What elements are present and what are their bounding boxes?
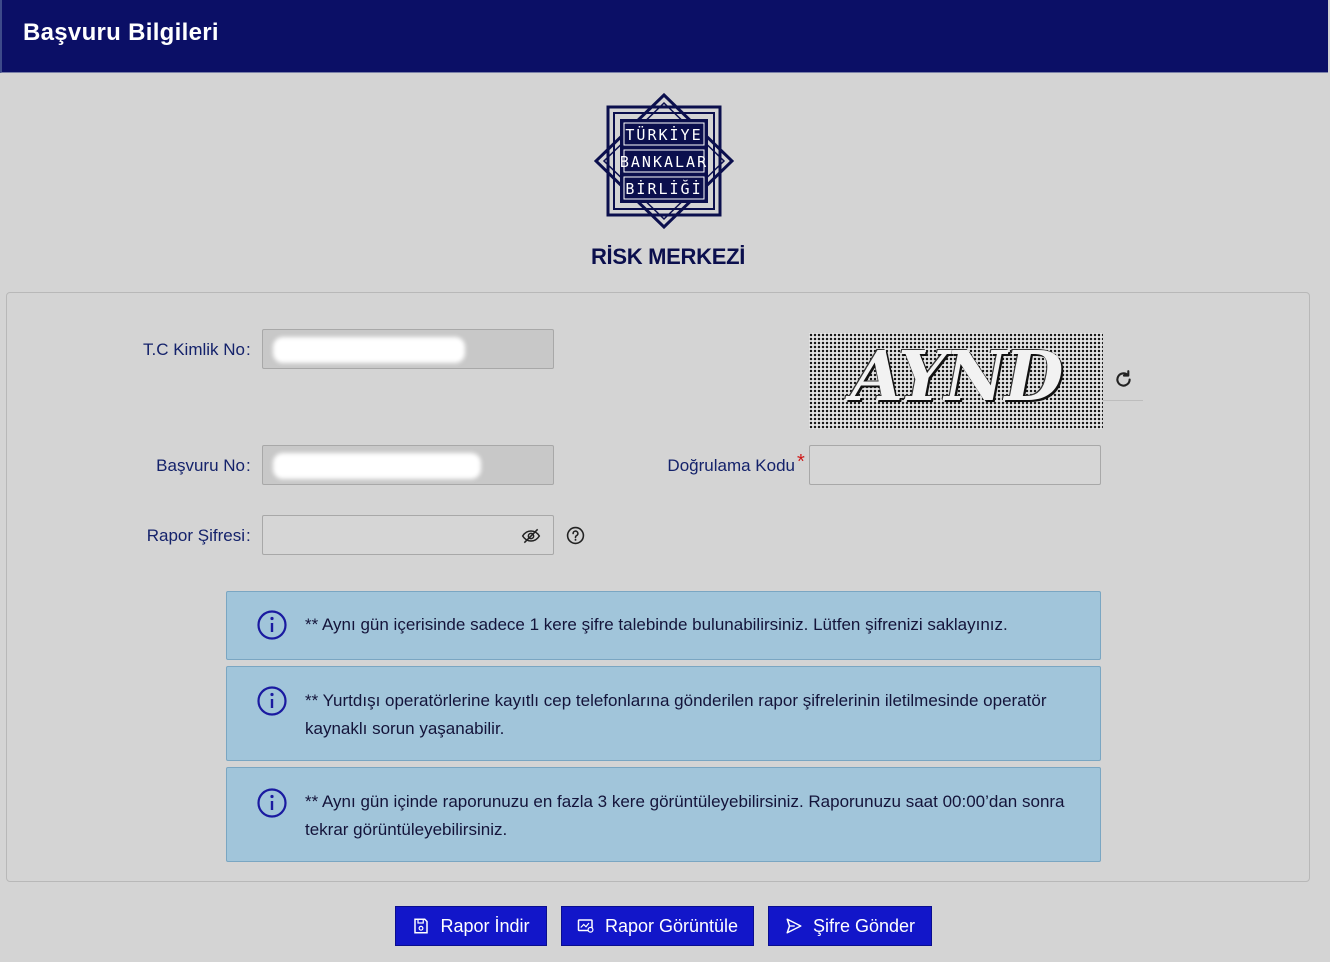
basvuru-no-colon: :	[246, 456, 251, 475]
tc-kimlik-field[interactable]	[262, 329, 554, 369]
tbb-logo: TÜRKİYE BANKALAR BİRLİĞİ	[594, 93, 734, 229]
info-icon	[257, 610, 287, 640]
basvuru-no-masked-value	[273, 453, 481, 479]
brand-name: RİSK MERKEZİ	[590, 244, 746, 269]
rapor-sifresi-colon: :	[246, 526, 251, 545]
info-icon	[257, 686, 287, 716]
info-icon	[257, 788, 287, 818]
help-icon[interactable]	[566, 526, 585, 545]
info-text-2: ** Yurtdışı operatörlerine kayıtlı cep t…	[305, 691, 1047, 738]
rapor-indir-label: Rapor İndir	[440, 915, 530, 936]
tc-kimlik-colon: :	[246, 340, 251, 359]
rapor-indir-button[interactable]: Rapor İndir	[395, 906, 547, 946]
sifre-gonder-label: Şifre Gönder	[812, 915, 916, 936]
svg-text:BİRLİĞİ: BİRLİĞİ	[625, 179, 702, 198]
rapor-goruntule-button[interactable]: Rapor Görüntüle	[561, 906, 754, 946]
svg-text:BANKALAR: BANKALAR	[620, 153, 708, 171]
rapor-goruntule-label: Rapor Görüntüle	[604, 915, 739, 936]
info-box-1: ** Aynı gün içerisinde sadece 1 kere şif…	[226, 591, 1101, 660]
required-marker: *	[797, 451, 805, 473]
rapor-sifresi-field[interactable]	[262, 515, 554, 555]
info-text-1: ** Aynı gün içerisinde sadece 1 kere şif…	[305, 615, 1008, 634]
info-box-2: ** Yurtdışı operatörlerine kayıtlı cep t…	[226, 666, 1101, 761]
eye-slash-icon[interactable]	[521, 526, 541, 546]
page-title: Başvuru Bilgileri	[23, 19, 219, 46]
sifre-gonder-button[interactable]: Şifre Gönder	[768, 906, 932, 946]
info-box-3: ** Aynı gün içinde raporunuzu en fazla 3…	[226, 767, 1101, 862]
view-report-icon	[577, 919, 594, 933]
dogrulama-kodu-input[interactable]	[809, 445, 1101, 485]
tc-kimlik-masked-value	[273, 337, 465, 363]
basvuru-no-field[interactable]	[262, 445, 554, 485]
info-text-3: ** Aynı gün içinde raporunuzu en fazla 3…	[305, 792, 1065, 839]
captcha-text: AYND	[850, 337, 1063, 417]
basvuru-no-label: Başvuru No	[156, 456, 245, 475]
save-icon	[414, 918, 429, 934]
captcha-image: AYND	[809, 333, 1103, 429]
send-icon	[786, 918, 802, 934]
svg-text:TÜRKİYE: TÜRKİYE	[625, 125, 702, 144]
captcha-divider	[1103, 400, 1143, 401]
tc-kimlik-label: T.C Kimlik No	[142, 340, 245, 359]
rapor-sifresi-label: Rapor Şifresi	[146, 526, 245, 545]
refresh-icon[interactable]	[1113, 369, 1134, 390]
page-header: Başvuru Bilgileri	[0, 0, 1328, 73]
dogrulama-kodu-label: Doğrulama Kodu	[667, 456, 795, 475]
